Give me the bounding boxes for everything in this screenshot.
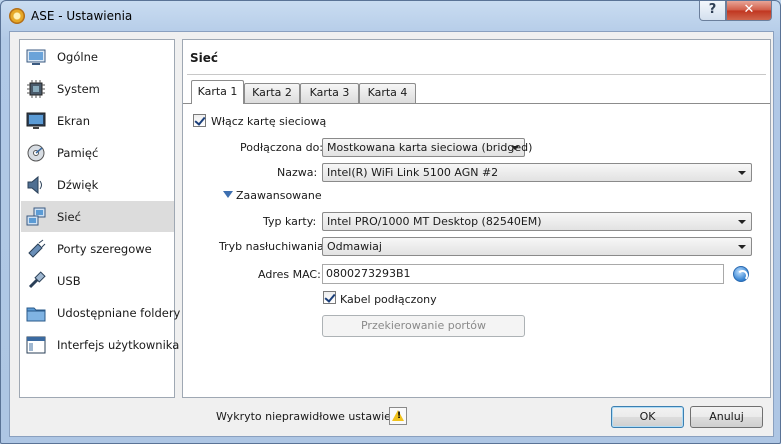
mac-address-field[interactable]: 0800273293B1 [322, 264, 724, 284]
chevron-down-icon [738, 220, 746, 224]
help-button[interactable]: ? [699, 1, 726, 21]
tab-adapter-1[interactable]: Karta 1 [191, 80, 244, 104]
adapter-type-select[interactable]: Intel PRO/1000 MT Desktop (82540EM) [322, 212, 752, 231]
chevron-down-icon [511, 146, 519, 150]
virtualbox-app-icon [9, 8, 25, 24]
title-divider [187, 74, 766, 75]
adapter-type-value: Intel PRO/1000 MT Desktop (82540EM) [327, 215, 542, 228]
expand-arrow-icon[interactable] [223, 191, 233, 198]
sidebar-item-network[interactable]: Sieć [21, 201, 174, 232]
cable-connected-label: Kabel podłączony [340, 293, 437, 306]
sidebar-item-display[interactable]: Ekran [21, 105, 174, 136]
tab-adapter-4[interactable]: Karta 4 [359, 83, 416, 103]
sidebar-item-label: USB [57, 274, 81, 288]
chevron-down-icon [738, 171, 746, 175]
serial-port-icon [28, 239, 46, 258]
advanced-toggle[interactable]: Zaawansowane [236, 189, 322, 202]
warning-icon[interactable] [389, 407, 407, 425]
speaker-icon [27, 175, 42, 195]
network-icon [26, 207, 46, 226]
attached-to-label: Podłączona do: [240, 141, 323, 154]
dialog-body: Ogólne System Ekran Pamięć Dźwięk Sieć P… [9, 31, 774, 437]
sidebar-item-label: Interfejs użytkownika [57, 338, 180, 352]
tab-panel: Włącz kartę sieciową Podłączona do: Most… [183, 103, 770, 397]
close-button[interactable]: ✕ [726, 1, 772, 21]
folder-icon [26, 307, 46, 322]
ui-icon [26, 336, 46, 354]
sidebar-item-serial-ports[interactable]: Porty szeregowe [21, 233, 174, 264]
sidebar-item-label: Pamięć [57, 146, 99, 160]
sidebar-item-label: Dźwięk [57, 178, 99, 192]
sidebar-item-label: System [57, 82, 100, 96]
promiscuous-mode-value: Odmawiaj [327, 240, 382, 253]
cable-connected-checkbox[interactable] [323, 291, 336, 304]
sidebar-item-usb[interactable]: USB [21, 265, 174, 296]
sidebar-item-label: Ekran [57, 114, 90, 128]
attached-to-value: Mostkowana karta sieciowa (bridged) [327, 141, 533, 154]
sidebar-item-label: Porty szeregowe [57, 242, 152, 256]
name-label: Nazwa: [277, 166, 318, 179]
chevron-down-icon [738, 245, 746, 249]
chip-icon [27, 80, 45, 98]
mac-address-label: Adres MAC: [258, 268, 321, 281]
adapter-name-value: Intel(R) WiFi Link 5100 AGN #2 [327, 166, 499, 179]
display-icon [26, 112, 46, 129]
title-bar[interactable]: ASE - Ustawienia ? ✕ [1, 1, 780, 31]
usb-icon [28, 271, 46, 289]
promiscuous-mode-select[interactable]: Odmawiaj [322, 237, 752, 256]
sidebar-item-label: Ogólne [57, 50, 98, 64]
settings-sidebar: Ogólne System Ekran Pamięć Dźwięk Sieć P… [19, 39, 180, 398]
settings-window: ASE - Ustawienia ? ✕ Ogólne System Ekran… [0, 0, 781, 444]
window-title: ASE - Ustawienia [31, 9, 133, 23]
sidebar-item-shared-folders[interactable]: Udostępniane foldery [21, 297, 180, 328]
disk-icon [27, 144, 45, 162]
page-title: Sieć [190, 51, 219, 65]
sidebar-item-audio[interactable]: Dźwięk [21, 169, 174, 200]
invalid-settings-warning: Wykryto nieprawidłowe ustawienia [216, 410, 408, 423]
adapter-type-label: Typ karty: [263, 215, 317, 228]
ok-button[interactable]: OK [611, 406, 684, 428]
sidebar-item-general[interactable]: Ogólne [21, 41, 174, 72]
tab-adapter-3[interactable]: Karta 3 [300, 83, 359, 103]
sidebar-item-label: Sieć [57, 210, 81, 224]
promiscuous-mode-label: Tryb nasłuchiwania: [219, 240, 328, 253]
enable-adapter-label: Włącz kartę sieciową [211, 115, 327, 128]
monitor-icon [26, 49, 46, 65]
sidebar-item-label: Udostępniane foldery [57, 306, 181, 320]
refresh-mac-icon[interactable] [733, 266, 749, 282]
tab-adapter-2[interactable]: Karta 2 [244, 83, 300, 103]
port-forwarding-button[interactable]: Przekierowanie portów [322, 315, 525, 337]
sidebar-item-user-interface[interactable]: Interfejs użytkownika [21, 329, 179, 360]
attached-to-select[interactable]: Mostkowana karta sieciowa (bridged) [322, 138, 532, 157]
enable-adapter-checkbox[interactable] [193, 114, 206, 127]
sidebar-item-storage[interactable]: Pamięć [21, 137, 174, 168]
network-settings-panel: Sieć Karta 1 Karta 2 Karta 3 Karta 4 Włą… [182, 39, 771, 398]
cancel-button[interactable]: Anuluj [690, 406, 763, 428]
adapter-name-select[interactable]: Intel(R) WiFi Link 5100 AGN #2 [322, 163, 752, 182]
sidebar-item-system[interactable]: System [21, 73, 174, 104]
